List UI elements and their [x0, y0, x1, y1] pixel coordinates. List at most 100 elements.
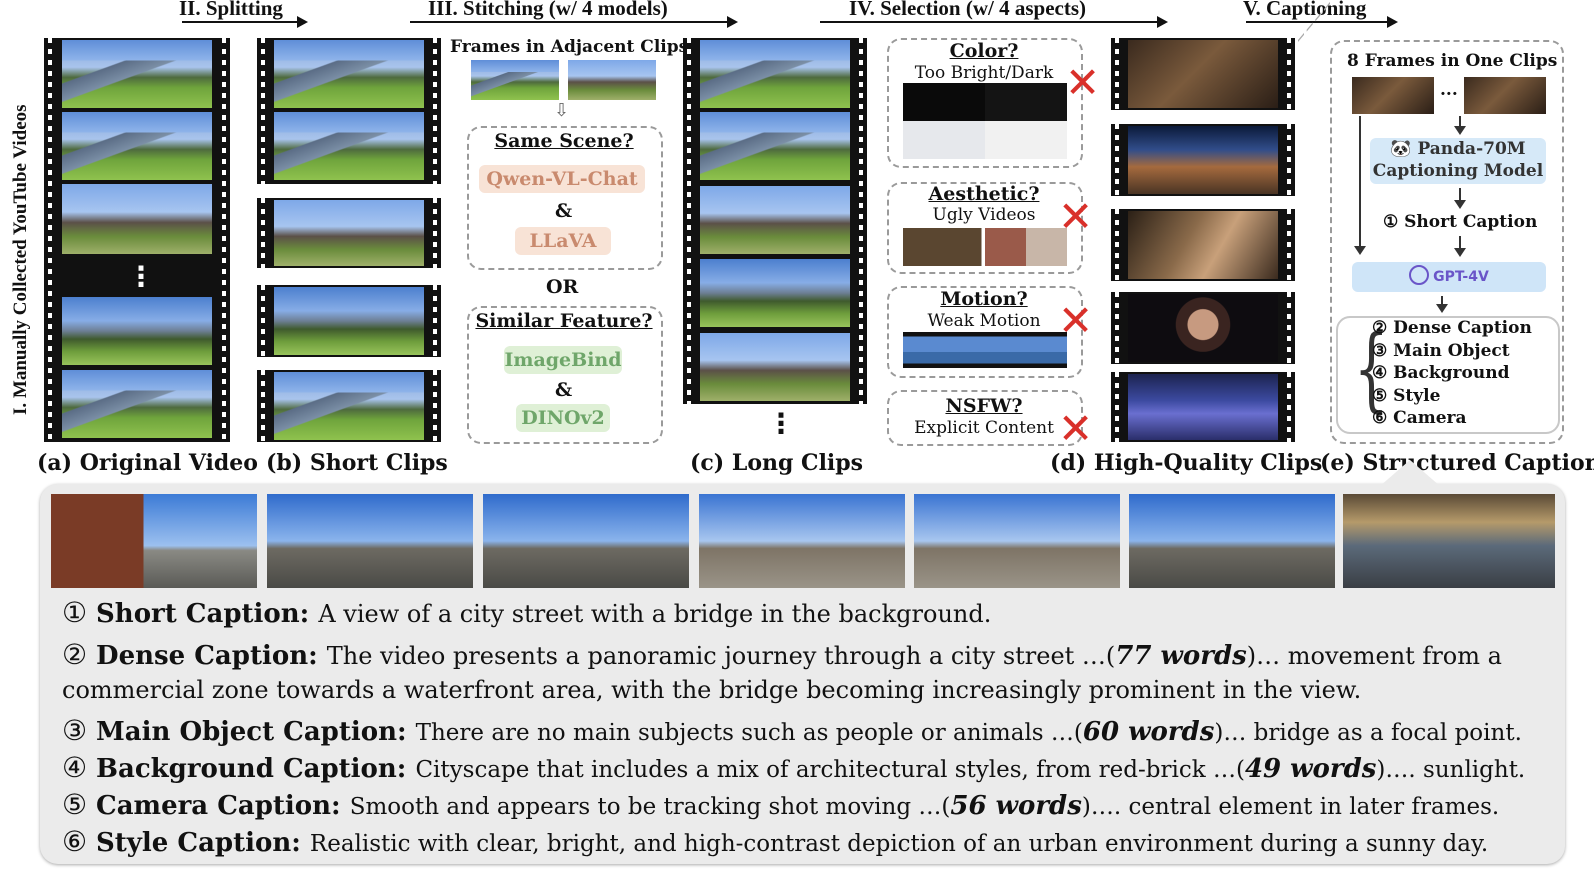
caption-word-count: 60 words	[1082, 717, 1215, 747]
motion-reject-icon: ✕	[1058, 296, 1094, 345]
down-arrow-icon: ⇩	[554, 100, 570, 121]
caption-number: ⑥	[62, 825, 97, 858]
panel-label-e: (e) Structured Caption	[1320, 450, 1594, 476]
structured-caption-item: ② Dense Caption	[1372, 318, 1532, 338]
panel-label-a: (a) Original Video	[37, 450, 258, 476]
panda-line2: Captioning Model	[1372, 161, 1544, 181]
ampersand-2: &	[555, 379, 573, 401]
captioning-frames-title: 8 Frames in One Clips	[1347, 51, 1558, 71]
arrow-to-gpt	[1454, 236, 1466, 257]
color-reject-icon: ✕	[1065, 58, 1101, 107]
caption-text: The video presents a panoramic journey t…	[326, 642, 1116, 670]
short-clip-4-frame	[274, 372, 424, 440]
example-frame-1	[51, 494, 257, 588]
short-clip-1-frame-a	[274, 40, 424, 108]
caption-number: ④	[62, 751, 97, 784]
gpt4v-label: GPT-4V	[1433, 269, 1489, 285]
caption-text: )…. central element in later frames.	[1081, 794, 1500, 820]
caption-text: )… bridge as a focal point.	[1214, 720, 1522, 746]
motion-sample	[903, 332, 1067, 368]
caption-text: There are no main subjects such as peopl…	[415, 720, 1083, 746]
caption-line: ⑥ Style Caption: Realistic with clear, b…	[62, 825, 1488, 858]
original-ellipsis: ⋮	[127, 260, 155, 293]
original-frame-4	[62, 297, 212, 365]
caption-text: Smooth and appears to be tracking shot m…	[349, 794, 951, 820]
caption-number: ②	[62, 638, 97, 671]
aesthetic-reject-icon: ✕	[1058, 192, 1094, 241]
caption-word-count: 77 words	[1115, 641, 1247, 671]
stage-captioning-label: V. Captioning	[1243, 0, 1367, 20]
aesthetic-title: Aesthetic?	[928, 183, 1040, 205]
caption-line: ④ Background Caption: Cityscape that inc…	[62, 751, 1525, 784]
caption-type-label: Dense Caption:	[96, 641, 327, 671]
caption-line: commercial zone towards a waterfront are…	[62, 676, 1361, 704]
hq-clip-5-frame	[1128, 374, 1278, 440]
stage-stitching-arrow	[410, 16, 738, 28]
aesthetic-subtitle: Ugly Videos	[932, 205, 1036, 225]
original-frame-2	[62, 112, 212, 180]
example-frame-5	[914, 494, 1120, 588]
example-frame-2	[267, 494, 473, 588]
panel-label-c: (c) Long Clips	[690, 450, 864, 476]
structured-caption-item: ④ Background	[1372, 363, 1510, 383]
panel-label-d: (d) High-Quality Clips	[1050, 450, 1323, 476]
example-frame-3	[483, 494, 689, 588]
stage-selection-arrow	[820, 16, 1168, 28]
same-scene-title: Same Scene?	[494, 130, 634, 152]
nsfw-title: NSFW?	[945, 395, 1023, 417]
caption-type-label: Camera Caption:	[96, 791, 350, 821]
hq-clip-3-frame	[1128, 211, 1278, 279]
long-clip-frame-3	[700, 186, 850, 254]
color-sample-dark	[903, 83, 1067, 121]
caption-text: A view of a city street with a bridge in…	[318, 600, 992, 628]
motion-title: Motion?	[940, 288, 1028, 310]
caption-type-label: Background Caption:	[96, 754, 416, 784]
arrow-to-structured	[1436, 296, 1448, 313]
original-frame-3	[62, 184, 212, 254]
stage-stitching-label: III. Stitching (w/ 4 models)	[428, 0, 668, 20]
hq-clip-1-frame	[1128, 40, 1278, 108]
structured-caption-item: ③ Main Object	[1372, 340, 1510, 361]
aesthetic-sample	[903, 228, 1067, 266]
caption-line: ③ Main Object Caption: There are no main…	[62, 714, 1522, 747]
stage-splitting-label: II. Splitting	[179, 0, 283, 20]
ampersand-1: &	[555, 200, 573, 222]
dinov2-pill: DINOv2	[516, 404, 610, 432]
caption-text: )… movement from a	[1246, 642, 1502, 670]
panel-label-b: (b) Short Clips	[266, 450, 448, 476]
caption-text: )…. sunlight.	[1376, 757, 1526, 783]
color-subtitle: Too Bright/Dark	[914, 63, 1054, 83]
caption-word-count: 56 words	[950, 791, 1082, 821]
collection-label: I. Manually Collected YouTube Videos	[10, 104, 31, 415]
example-frame-7	[1343, 494, 1555, 588]
imagebind-pill: ImageBind	[504, 346, 622, 374]
caption-number: ①	[62, 596, 97, 629]
caption-line: ② Dense Caption: The video presents a pa…	[62, 638, 1502, 671]
qwen-vl-chat-pill: Qwen-VL-Chat	[479, 165, 645, 193]
long-clip-frame-5	[700, 333, 850, 401]
arrow-to-panda	[1454, 116, 1466, 135]
adjacent-frame-left	[471, 60, 559, 100]
caption-frame-first	[1352, 77, 1434, 114]
caption-frame-last	[1464, 77, 1546, 114]
caption-text: Cityscape that includes a mix of archite…	[415, 757, 1245, 783]
caption-line: ① Short Caption: A view of a city street…	[62, 596, 991, 629]
caption-frames-ellipsis: ...	[1440, 80, 1458, 100]
hq-clip-4-frame	[1128, 294, 1278, 362]
arrow-to-short	[1454, 188, 1466, 209]
original-frame-1	[62, 40, 212, 108]
llava-pill: LLaVA	[515, 227, 611, 255]
short-caption-node: ① Short Caption	[1383, 212, 1538, 232]
short-clip-2-frame	[274, 200, 424, 266]
motion-subtitle: Weak Motion	[927, 311, 1041, 331]
caption-number: ⑤	[62, 788, 97, 821]
similar-feature-title: Similar Feature?	[475, 310, 653, 332]
caption-number: ③	[62, 714, 97, 747]
arrow-bypass	[1354, 116, 1366, 255]
caption-line: ⑤ Camera Caption: Smooth and appears to …	[62, 788, 1499, 821]
caption-type-label: Main Object Caption:	[96, 717, 416, 747]
structured-caption-item: ⑥ Camera	[1372, 408, 1467, 428]
structured-caption-item: ⑤ Style	[1372, 385, 1441, 406]
hq-clip-2-frame	[1128, 126, 1278, 194]
example-frame-4	[699, 494, 905, 588]
